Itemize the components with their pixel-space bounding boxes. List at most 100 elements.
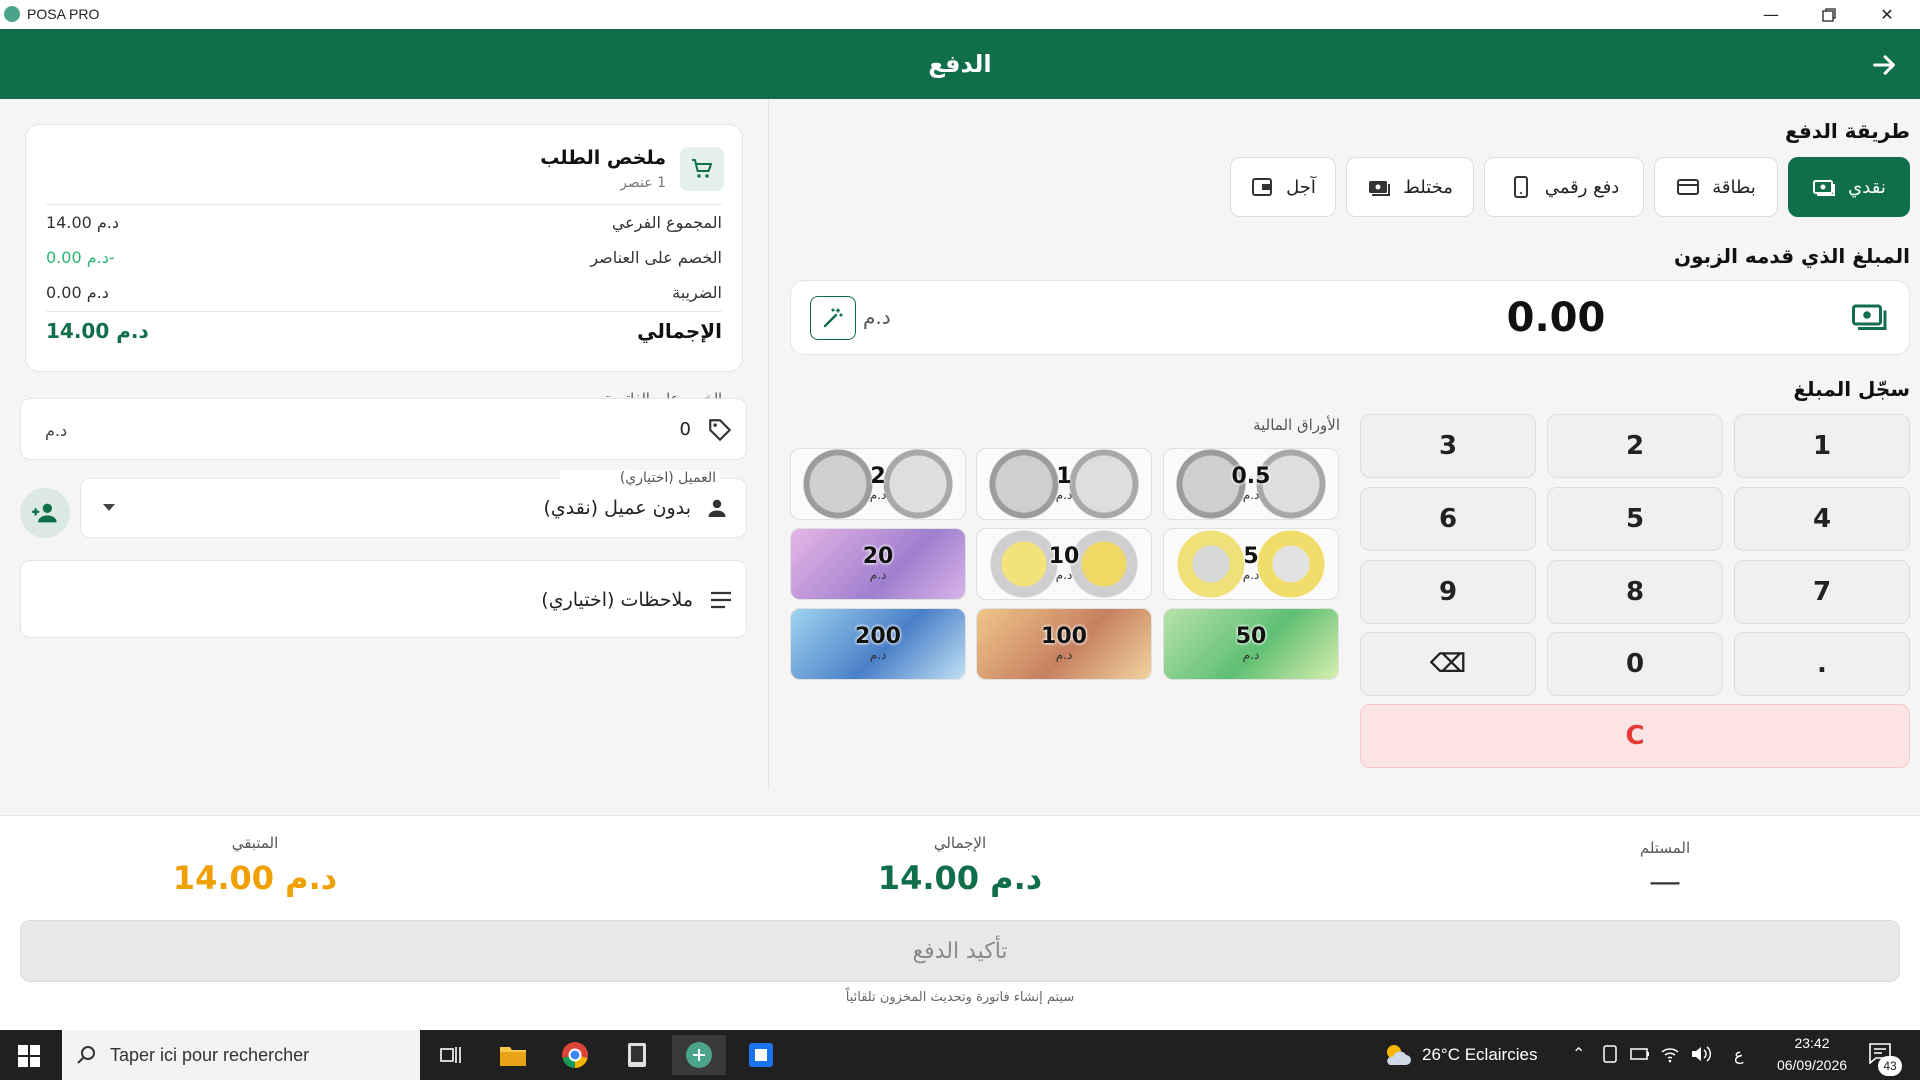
notes-icon — [709, 589, 733, 615]
currency-value: 100 — [1041, 624, 1087, 649]
customer-label: العميل (اختياري) — [560, 470, 720, 486]
keypad-key-2[interactable]: 2 — [1547, 414, 1723, 478]
windows-taskbar: Taper ici pour rechercher 26°C Eclaircie… — [0, 1030, 1920, 1080]
order-summary-card: ملخص الطلب 1 عنصر المجموع الفرعي د.م 14.… — [25, 124, 743, 372]
taskbar-search-box[interactable]: Taper ici pour rechercher — [62, 1030, 420, 1080]
currency-note-100[interactable]: 100 د.م — [976, 608, 1152, 680]
payment-method-label: بطاقة — [1712, 176, 1756, 198]
keypad-clear-button[interactable]: C — [1360, 704, 1910, 768]
payment-method-title: طريقة الدفع — [1785, 119, 1910, 143]
total-value: د.م 14.00 — [877, 859, 1043, 897]
currency-unit: د.م — [1055, 488, 1073, 502]
payment-method-digital[interactable]: دفع رقمي — [1484, 157, 1644, 217]
windows-start-icon[interactable] — [18, 1045, 40, 1071]
currency-note-50[interactable]: 50 د.م — [1163, 608, 1339, 680]
add-customer-button[interactable] — [20, 488, 70, 538]
keypad-key-9[interactable]: 9 — [1360, 560, 1536, 624]
currency-coin-1[interactable]: 1 د.م — [976, 448, 1152, 520]
restore-icon[interactable] — [1800, 0, 1858, 29]
customer-value: بدون عميل (نقدي) — [543, 497, 691, 519]
currency-title: الأوراق المالية — [1253, 416, 1340, 434]
backspace-icon[interactable]: ⌫ — [1360, 632, 1536, 696]
keypad-key-8[interactable]: 8 — [1547, 560, 1723, 624]
card-icon — [1677, 179, 1700, 195]
posa-pro-taskbar-icon[interactable] — [672, 1035, 726, 1075]
window-title: POSA PRO — [27, 6, 100, 22]
currency-value: 20 — [862, 544, 894, 569]
keypad-key-dot[interactable]: . — [1734, 632, 1910, 696]
currency-value: 1 — [1056, 464, 1072, 489]
close-icon[interactable]: ✕ — [1858, 0, 1916, 29]
clock-date[interactable]: 06/09/2026 — [1770, 1057, 1854, 1073]
wifi-icon[interactable] — [1660, 1045, 1680, 1068]
confirm-payment-button[interactable]: تأكيد الدفع — [20, 920, 1900, 982]
outlook-icon[interactable] — [734, 1035, 788, 1075]
keypad-title: سجّل المبلغ — [1793, 377, 1910, 401]
payment-method-label: مختلط — [1403, 176, 1453, 198]
total-label: الإجمالي — [933, 834, 987, 852]
payment-method-label: نقدي — [1848, 176, 1886, 198]
minimize-icon[interactable]: — — [1742, 0, 1800, 29]
summary-row-value: د.م 0.00 — [46, 283, 109, 302]
order-summary-title: ملخص الطلب — [540, 147, 666, 169]
keypad-key-6[interactable]: 6 — [1360, 487, 1536, 551]
currency-unit: د.م — [1242, 568, 1260, 582]
summary-row-label: الضريبة — [672, 283, 722, 302]
divider — [46, 311, 722, 312]
keypad-key-5[interactable]: 5 — [1547, 487, 1723, 551]
currency-note-20[interactable]: 20 د.م — [790, 528, 966, 600]
invoice-discount-field[interactable]: 0 د.م — [20, 398, 747, 460]
panel-divider — [768, 99, 769, 789]
battery-icon[interactable] — [1630, 1046, 1650, 1067]
payment-method-cash[interactable]: نقدي — [1788, 157, 1910, 217]
device-icon[interactable] — [1602, 1045, 1618, 1068]
task-view-icon[interactable] — [424, 1035, 478, 1075]
summary-row-value: د.م 14.00 — [46, 213, 120, 232]
taskbar-search-text: Taper ici pour rechercher — [110, 1044, 310, 1065]
currency-coin-2[interactable]: 2 د.م — [790, 448, 966, 520]
divider — [46, 204, 722, 205]
summary-row-item-discount: الخصم على العناصر -د.م 0.00 — [46, 248, 722, 267]
weather-text[interactable]: 26°C Eclaircies — [1422, 1045, 1537, 1065]
currency-coin-10[interactable]: 10 د.م — [976, 528, 1152, 600]
currency-unit: د.م — [1055, 568, 1073, 582]
keypad-key-4[interactable]: 4 — [1734, 487, 1910, 551]
file-explorer-icon[interactable] — [486, 1035, 540, 1075]
weather-icon[interactable] — [1382, 1041, 1412, 1074]
currency-note-200[interactable]: 200 د.م — [790, 608, 966, 680]
search-icon — [77, 1046, 95, 1064]
chevron-up-icon[interactable]: ⌃ — [1572, 1044, 1585, 1064]
currency-value: 2 — [870, 464, 886, 489]
cash-icon — [1851, 303, 1889, 337]
currency-value: 10 — [1048, 544, 1080, 569]
keypad-key-0[interactable]: 0 — [1547, 632, 1723, 696]
input-language-indicator[interactable]: ع — [1734, 1045, 1744, 1065]
customer-select[interactable]: بدون عميل (نقدي) — [80, 478, 747, 538]
clock-time[interactable]: 23:42 — [1770, 1035, 1854, 1051]
payment-method-label: آجل — [1286, 176, 1316, 198]
amount-given-title: المبلغ الذي قدمه الزبون — [1674, 244, 1910, 268]
invoice-discount-value: 0 — [679, 419, 691, 440]
keypad-key-7[interactable]: 7 — [1734, 560, 1910, 624]
chevron-down-icon[interactable] — [103, 504, 115, 511]
currency-coin-0.5[interactable]: 0.5 د.م — [1163, 448, 1339, 520]
magic-wand-button[interactable] — [810, 296, 856, 340]
chrome-icon[interactable] — [548, 1035, 602, 1075]
currency-unit: د.م — [869, 568, 887, 582]
payment-method-credit[interactable]: آجل — [1230, 157, 1336, 217]
amount-given-field[interactable]: 0.00 د.م — [790, 280, 1910, 355]
payment-method-card[interactable]: بطاقة — [1654, 157, 1778, 217]
keypad-key-1[interactable]: 1 — [1734, 414, 1910, 478]
arrow-right-icon[interactable] — [1866, 47, 1902, 83]
payment-method-mixed[interactable]: مختلط — [1346, 157, 1474, 217]
keypad-key-3[interactable]: 3 — [1360, 414, 1536, 478]
amount-given-value: 0.00 — [1506, 295, 1606, 341]
order-item-count: 1 عنصر — [620, 175, 666, 191]
currency-coin-5[interactable]: 5 د.م — [1163, 528, 1339, 600]
remaining-value: د.م 14.00 — [172, 859, 338, 897]
page-title: الدفع — [928, 50, 992, 78]
notes-field[interactable]: ملاحظات (اختياري) — [20, 560, 747, 638]
app-window-icon[interactable] — [610, 1035, 664, 1075]
volume-icon[interactable] — [1690, 1045, 1712, 1068]
currency-value: 50 — [1235, 624, 1267, 649]
